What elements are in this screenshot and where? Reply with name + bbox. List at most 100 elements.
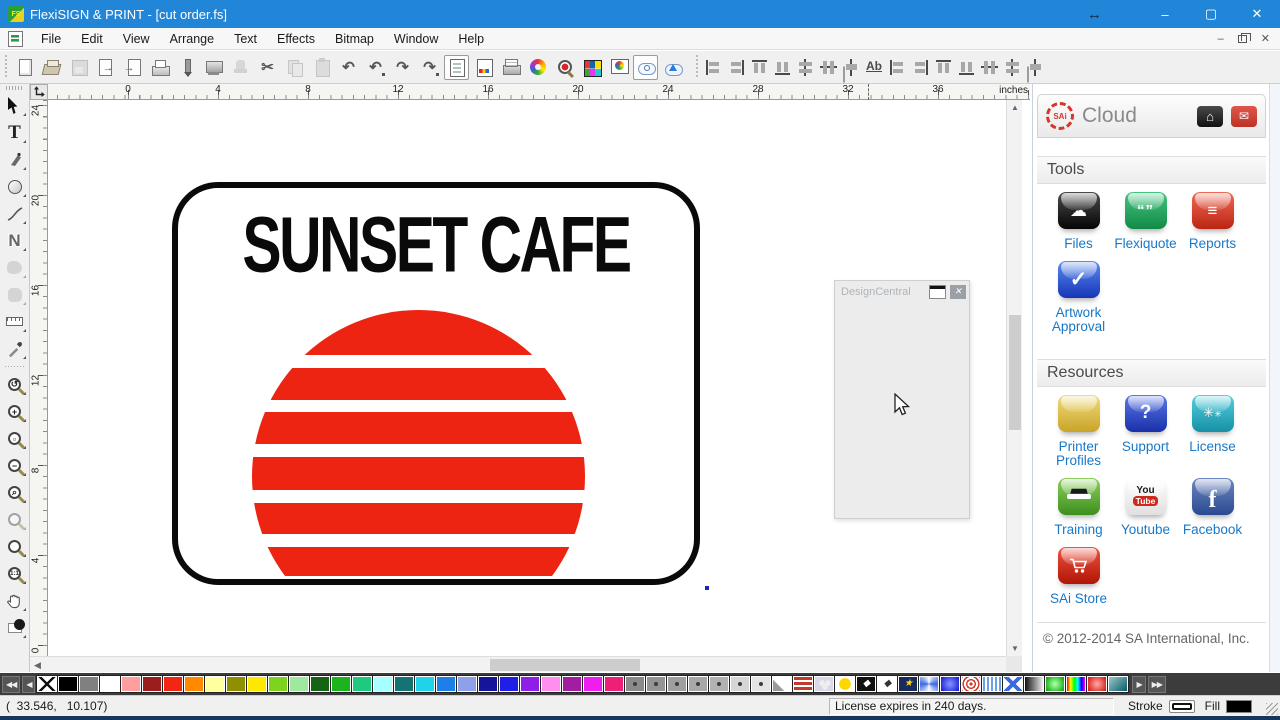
menu-help[interactable]: Help bbox=[448, 30, 494, 48]
color-swatch-ffffff[interactable] bbox=[100, 676, 120, 692]
cloud-item-label[interactable]: Support bbox=[1122, 440, 1169, 454]
color-swatch-ff9e9e[interactable] bbox=[121, 676, 141, 692]
palette-first-button[interactable]: ◀◀ bbox=[2, 676, 20, 693]
sign-title-text[interactable]: SUNSET CAFE bbox=[219, 200, 652, 290]
cut-button[interactable]: ✂ bbox=[255, 55, 280, 80]
pattern-swatch-glow-red[interactable] bbox=[1087, 676, 1107, 692]
distribute-center-v-button[interactable] bbox=[1002, 57, 1023, 78]
color-swatch-8f1fe8[interactable] bbox=[520, 676, 540, 692]
color-swatch-8f9fe8[interactable] bbox=[457, 676, 477, 692]
new-document-button[interactable] bbox=[12, 55, 37, 80]
redo-button[interactable]: ↷ bbox=[390, 55, 415, 80]
distribute-top-button[interactable] bbox=[933, 57, 954, 78]
zoom-actual-size-tool[interactable]: 1:1 bbox=[2, 560, 28, 587]
align-right-button[interactable] bbox=[726, 57, 747, 78]
minimize-button[interactable]: – bbox=[1142, 0, 1188, 28]
color-swatch-8f8f00[interactable] bbox=[226, 676, 246, 692]
cloud-item-label[interactable]: Files bbox=[1064, 237, 1093, 251]
color-swatch-1f1fe8[interactable] bbox=[499, 676, 519, 692]
zoom-previous-tool[interactable]: ↺ bbox=[2, 371, 28, 398]
align-baseline-button[interactable] bbox=[864, 57, 885, 78]
cloud-item-label[interactable]: Artwork Approval bbox=[1045, 306, 1112, 334]
text-tool[interactable]: T bbox=[2, 119, 28, 146]
zoom-page-tool[interactable]: ▫ bbox=[2, 425, 28, 452]
resize-arrows-icon[interactable]: ↔ bbox=[1087, 6, 1102, 23]
color-swatches-button[interactable] bbox=[579, 55, 604, 80]
color-swatch-000000[interactable] bbox=[58, 676, 78, 692]
design-canvas[interactable]: SUNSET CAFE DesignCentral ✕ bbox=[48, 100, 1006, 656]
pattern-swatch-splat[interactable] bbox=[814, 676, 834, 692]
shape-tool[interactable] bbox=[2, 254, 28, 281]
rollup-button[interactable] bbox=[929, 285, 946, 299]
no-color-swatch[interactable] bbox=[37, 676, 57, 692]
design-central-titlebar[interactable]: DesignCentral ✕ bbox=[835, 281, 969, 302]
distribute-right-button[interactable] bbox=[910, 57, 931, 78]
pattern-swatch-dot[interactable] bbox=[625, 676, 645, 692]
close-button[interactable]: ✕ bbox=[1234, 0, 1280, 28]
pattern-swatch-tri[interactable] bbox=[772, 676, 792, 692]
cart-icon[interactable] bbox=[1058, 547, 1100, 584]
sunset-graphic[interactable] bbox=[252, 310, 585, 576]
color-swatch-ee1f77[interactable] bbox=[604, 676, 624, 692]
align-top-button[interactable] bbox=[749, 57, 770, 78]
find-color-button[interactable] bbox=[552, 55, 577, 80]
palette-prev-button[interactable]: ◀ bbox=[22, 676, 35, 693]
paste-button[interactable] bbox=[309, 55, 334, 80]
pattern-swatch-grad-gray[interactable] bbox=[1024, 676, 1044, 692]
fill-editor-button[interactable] bbox=[471, 55, 496, 80]
pattern-swatch-diamond-light[interactable]: ◆ bbox=[877, 676, 897, 692]
color-swatch-ee1fee[interactable] bbox=[583, 676, 603, 692]
align-center-horizontal-button[interactable] bbox=[818, 57, 839, 78]
youtube-icon[interactable]: YouTube bbox=[1125, 478, 1167, 515]
shape-tool-2[interactable] bbox=[2, 281, 28, 308]
pen-plot-button[interactable] bbox=[174, 55, 199, 80]
distribute-left-button[interactable] bbox=[887, 57, 908, 78]
pattern-swatch-rings[interactable] bbox=[961, 676, 981, 692]
pattern-swatch-glow-green[interactable] bbox=[1045, 676, 1065, 692]
color-swatch-7ed321[interactable] bbox=[268, 676, 288, 692]
check-icon[interactable]: ✓ bbox=[1058, 261, 1100, 298]
doc-restore-button[interactable] bbox=[1238, 35, 1247, 43]
cloud-item-label[interactable]: License bbox=[1189, 440, 1236, 454]
menu-edit[interactable]: Edit bbox=[71, 30, 113, 48]
fill-swatch[interactable] bbox=[1226, 700, 1252, 713]
cloud-window-button[interactable] bbox=[633, 55, 658, 80]
color-mixer-button[interactable] bbox=[525, 55, 550, 80]
cloud-item-flexiquote[interactable]: “”Flexiquote bbox=[1112, 192, 1179, 251]
quote-icon[interactable]: “” bbox=[1125, 192, 1167, 229]
color-swatch-a8ffff[interactable] bbox=[373, 676, 393, 692]
color-swatch-1f7fe8[interactable] bbox=[436, 676, 456, 692]
distribute-spacing-button[interactable] bbox=[1025, 57, 1046, 78]
menu-file[interactable]: File bbox=[31, 30, 71, 48]
design-central-button[interactable] bbox=[444, 55, 469, 80]
scroll-left-arrow[interactable]: ◀ bbox=[30, 657, 45, 673]
vertical-scrollbar[interactable]: ▲ ▼ bbox=[1006, 100, 1022, 656]
cloud-item-youtube[interactable]: YouTubeYoutube bbox=[1112, 478, 1179, 537]
pattern-swatch-grad-teal[interactable] bbox=[1108, 676, 1128, 692]
doc-close-button[interactable]: ✕ bbox=[1261, 32, 1270, 45]
color-monitor-button[interactable] bbox=[606, 55, 631, 80]
pattern-swatch-dot[interactable] bbox=[751, 676, 771, 692]
title-bar[interactable]: FS FlexiSIGN & PRINT - [cut order.fs] ↔ … bbox=[0, 0, 1280, 28]
color-swatch-1fc97e[interactable] bbox=[352, 676, 372, 692]
palette-next-button[interactable]: ▶ bbox=[1132, 676, 1145, 693]
distribute-center-h-button[interactable] bbox=[979, 57, 1000, 78]
pattern-swatch-dot[interactable] bbox=[709, 676, 729, 692]
cut-plot-button[interactable] bbox=[201, 55, 226, 80]
palette-last-button[interactable]: ▶▶ bbox=[1148, 676, 1166, 693]
color-swatch-808080[interactable] bbox=[79, 676, 99, 692]
question-icon[interactable]: ? bbox=[1125, 395, 1167, 432]
color-swatch-ff8a00[interactable] bbox=[184, 676, 204, 692]
vertical-scroll-thumb[interactable] bbox=[1009, 315, 1021, 430]
cloud-item-license[interactable]: ✳✳License bbox=[1179, 395, 1246, 468]
files-icon[interactable]: ☁ bbox=[1058, 192, 1100, 229]
home-icon[interactable]: ⌂ bbox=[1197, 106, 1223, 127]
production-manager-button[interactable] bbox=[498, 55, 523, 80]
bezier-tool[interactable] bbox=[2, 146, 28, 173]
stamp-button[interactable] bbox=[228, 55, 253, 80]
color-swatch-ff8fee[interactable] bbox=[541, 676, 561, 692]
path-edit-tool[interactable]: N bbox=[2, 227, 28, 254]
stroke-swatch[interactable] bbox=[1169, 700, 1195, 713]
pattern-swatch-dot[interactable] bbox=[730, 676, 750, 692]
pattern-swatch-rainbow[interactable] bbox=[1066, 676, 1086, 692]
